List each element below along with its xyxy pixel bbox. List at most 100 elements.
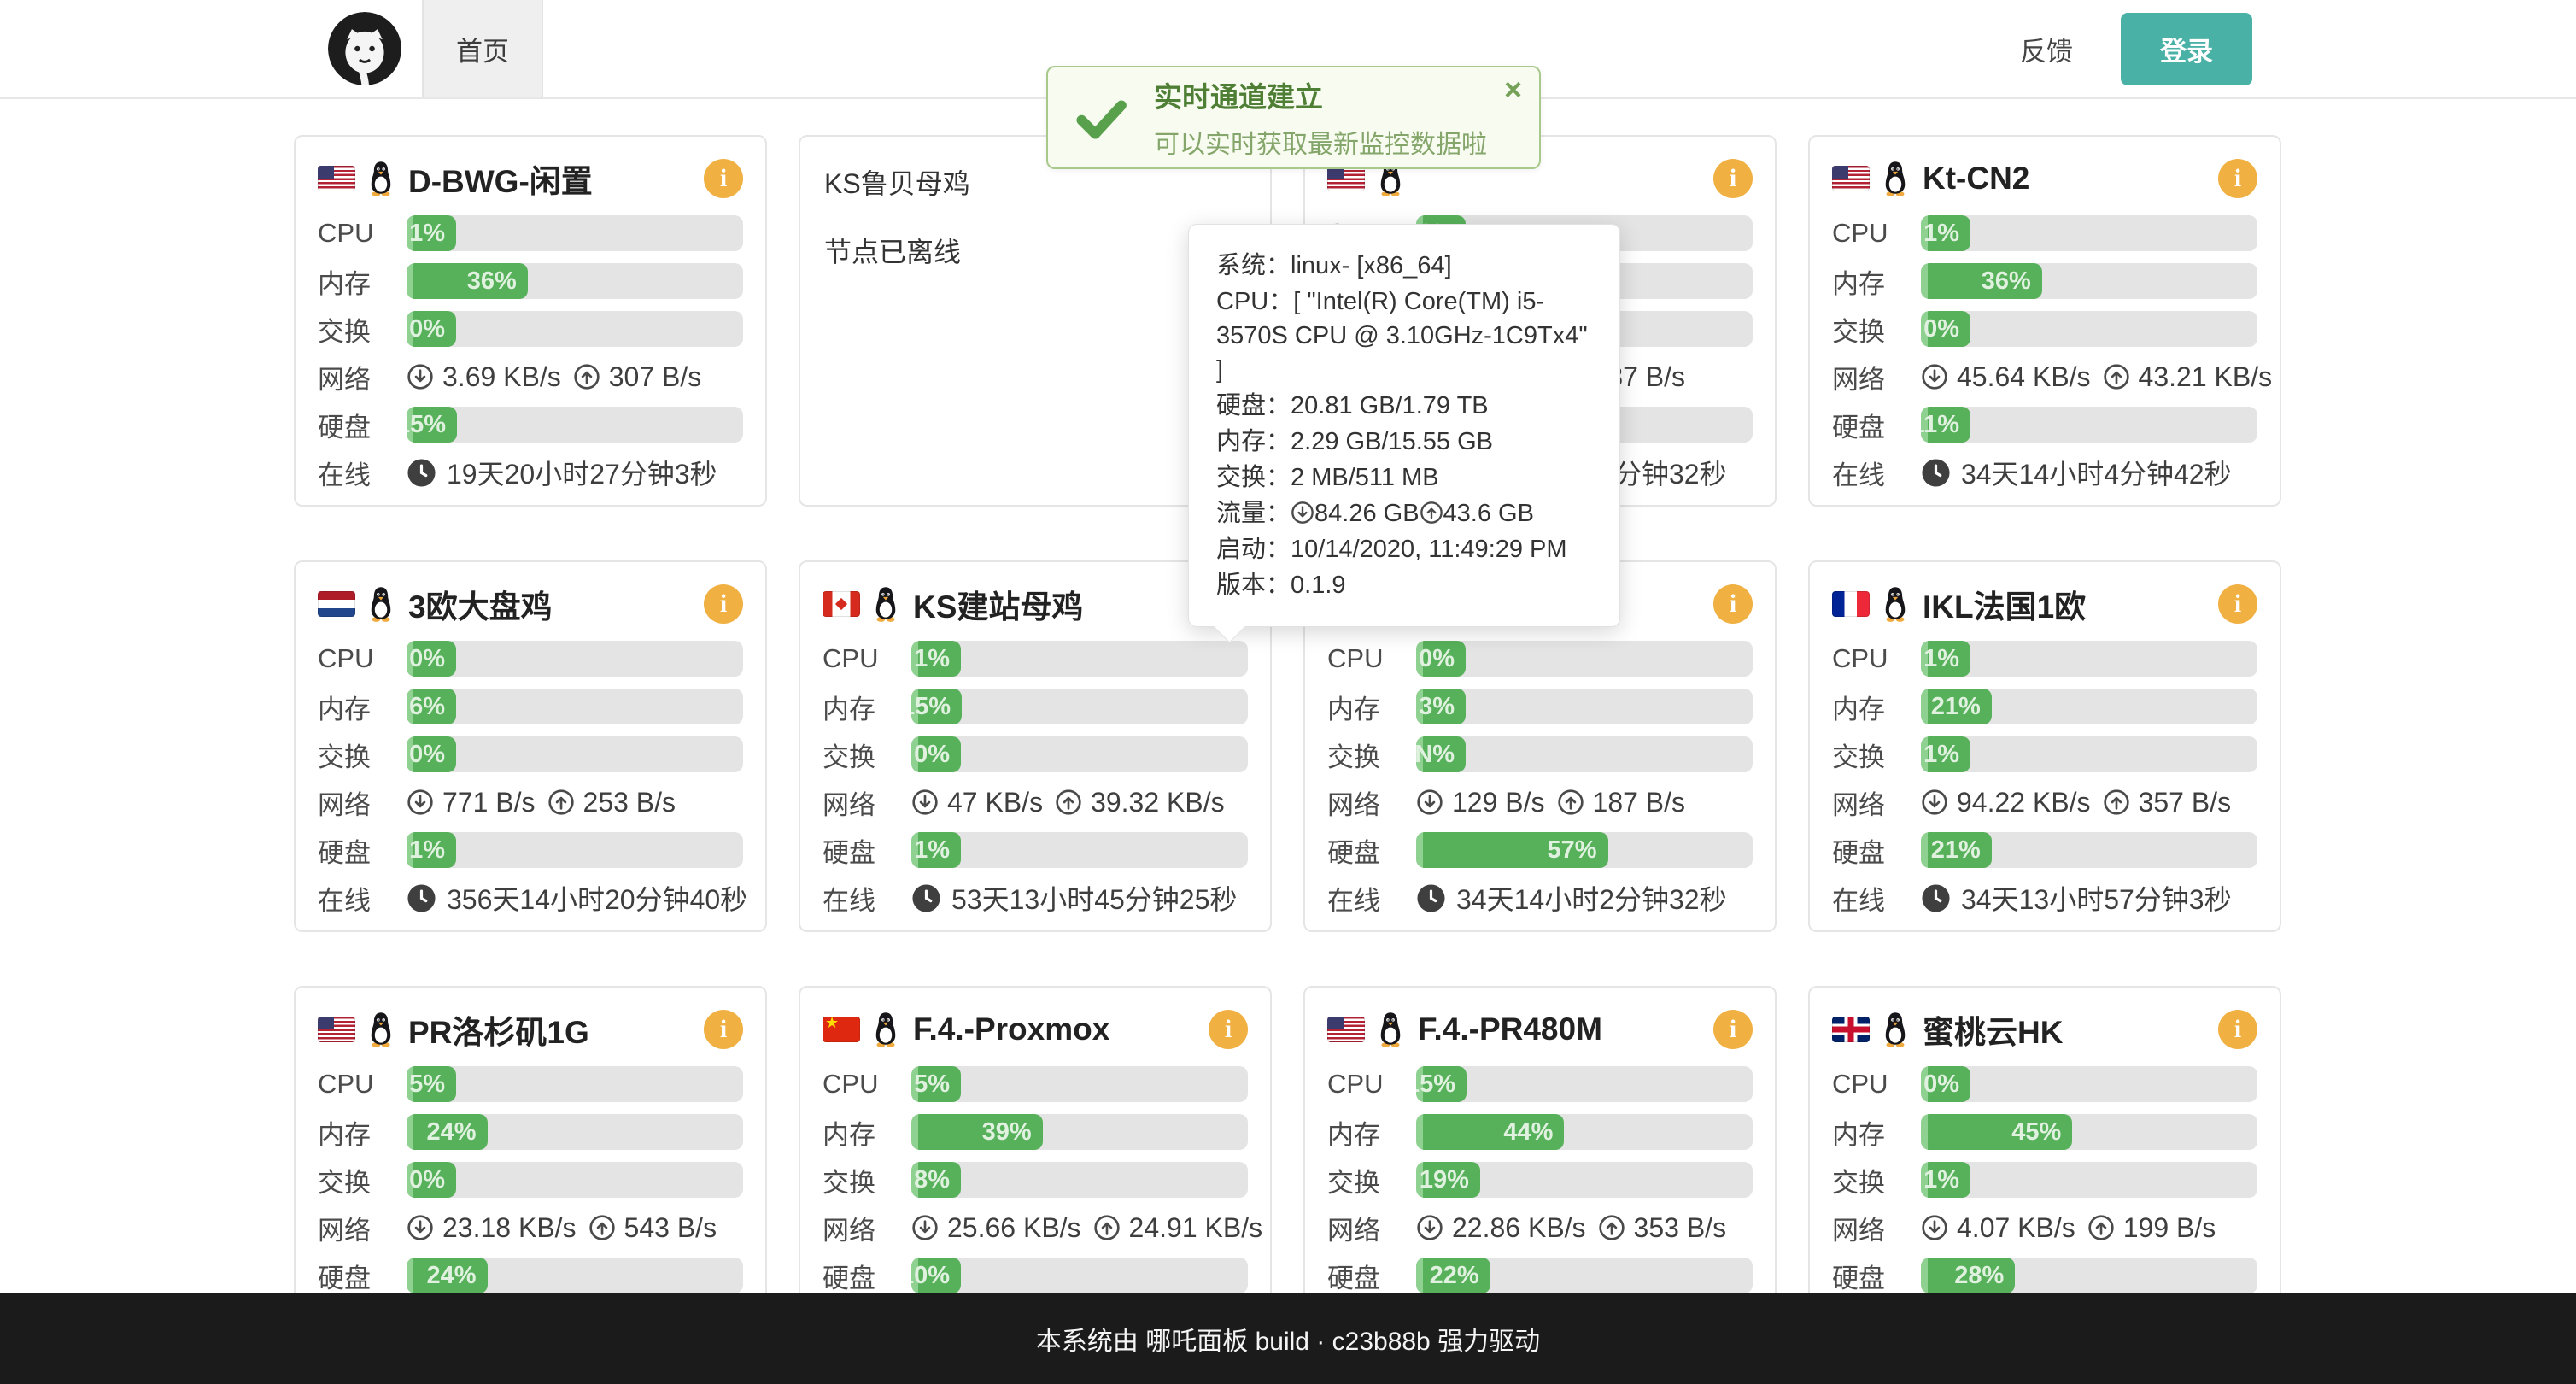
download-arrow-icon [407,363,434,390]
stat-label: 交换 [1832,1161,1921,1199]
linux-penguin-icon [1880,585,1911,623]
usage-bar-fill: 0% [911,736,961,772]
toast-message: 可以实时获取最新监控数据啦 [1154,123,1487,161]
stat-label: 在线 [1832,454,1921,492]
network-row: 网络 25.66 KB/s 24.91 KB/s [823,1210,1248,1246]
uptime-row: 在线 34天14小时2分钟32秒 [1327,880,1753,916]
server-card-header: Kt-CN2 i [1832,154,2257,203]
usage-bar-track: 15% [1416,1066,1753,1102]
stat-label: 网络 [823,783,911,822]
usage-percent-label: 0% [409,645,456,673]
net-up-value: 357 B/s [2139,787,2232,818]
net-up-value: 253 B/s [583,787,676,818]
country-flag-icon [318,591,355,617]
usage-percent-label: 6% [409,693,456,721]
success-check-icon [1074,91,1128,145]
upload-arrow-icon [2087,1214,2115,1241]
server-card: D-BWG-闲置 i CPU 1% 内存 36% 交换 0% 网络 [294,135,767,507]
stat-label: 在线 [318,454,407,492]
info-icon[interactable]: i [704,159,743,198]
stat-row: CPU 0% [318,641,743,677]
stat-label: 内存 [823,688,911,726]
usage-percent-label: 24% [427,1262,488,1290]
stat-row: 内存 3% [1327,689,1753,724]
server-card-header: IKL法国1欧 i [1832,579,2257,629]
usage-bar-fill: 57% [1416,832,1608,868]
usage-bar-fill: 36% [1921,263,2042,299]
network-speeds: 23.18 KB/s 543 B/s [407,1212,743,1244]
uptime-value-wrap: 34天14小时2分钟32秒 [1416,878,1753,918]
info-icon[interactable]: i [2218,159,2257,198]
net-up-value: 543 B/s [624,1212,717,1244]
tooltip-line: 交换：2 MB/511 MB [1216,460,1592,495]
uptime-value: 19天20小时27分钟3秒 [447,453,717,492]
info-icon[interactable]: i [1209,1010,1248,1049]
tooltip-value: 2 MB/511 MB [1291,464,1439,491]
server-card-header: F.4.-Proxmox i [823,1005,1248,1054]
tab-home-label: 首页 [456,30,509,68]
usage-percent-label: 1% [1923,1166,1970,1194]
upload-arrow-icon [1093,1214,1121,1241]
usage-percent-label: 1% [1923,741,1970,769]
usage-percent-label: 1% [914,645,961,673]
network-row: 网络 23.18 KB/s 543 B/s [318,1210,743,1246]
usage-bar-fill: 6% [407,689,456,724]
country-flag-icon [1832,591,1870,617]
tab-home[interactable]: 首页 [422,0,543,97]
usage-bar-track: 6% [407,689,743,724]
login-button[interactable]: 登录 [2121,13,2252,85]
site-logo[interactable] [307,0,422,97]
info-icon[interactable]: i [2218,584,2257,624]
tooltip-line: 内存：2.29 GB/15.55 GB [1216,425,1592,459]
upload-arrow-icon [1598,1214,1625,1241]
network-speeds: 45.64 KB/s 43.21 KB/s [1921,361,2272,393]
stat-row: 交换 1% [1832,1162,2257,1198]
usage-bar-fill: 1% [1921,736,1970,772]
usage-bar-track: 36% [1921,263,2257,299]
stat-row: 硬盘 15% [318,407,743,443]
tooltip-line: 启动：10/14/2020, 11:49:29 PM [1216,532,1592,566]
stat-row: CPU 5% [318,1066,743,1102]
uptime-row: 在线 34天14小时4分钟42秒 [1832,454,2257,490]
stat-label: 网络 [318,358,407,396]
feedback-link[interactable]: 反馈 [2020,30,2073,68]
usage-bar-track: 15% [407,407,743,443]
usage-bar-track: 15% [911,689,1248,724]
linux-penguin-icon [1880,160,1911,197]
info-icon[interactable]: i [2218,1010,2257,1049]
stat-label: 网络 [1832,783,1921,822]
usage-bar-fill: 15% [407,407,457,443]
stat-label: 内存 [823,1113,911,1152]
info-icon[interactable]: i [1713,159,1753,198]
usage-bar-track: 11% [1921,407,2257,443]
usage-bar-fill: 39% [911,1114,1043,1150]
info-icon[interactable]: i [1713,1010,1753,1049]
stat-row: 内存 21% [1832,689,2257,724]
stat-row: 内存 36% [318,263,743,299]
net-up-value: 307 B/s [609,361,702,393]
usage-bar-track: 1% [1921,641,2257,677]
stat-label: 硬盘 [318,406,407,444]
country-flag-icon [318,166,355,191]
usage-bar-track: 44% [1416,1114,1753,1150]
usage-percent-label: 36% [467,267,528,296]
stat-row: 硬盘 57% [1327,832,1753,868]
stat-label: 内存 [1327,1113,1416,1152]
network-row: 网络 771 B/s 253 B/s [318,784,743,820]
usage-bar-track: 45% [1921,1114,2257,1150]
download-arrow-icon [407,1214,434,1241]
server-name: F.4.-Proxmox [913,1012,1209,1047]
country-flag-icon [823,1017,860,1042]
stat-label: 硬盘 [823,831,911,870]
usage-bar-fill: 15% [1416,1066,1467,1102]
server-stats: CPU 1% 内存 36% 交换 0% 网络 45.64 KB/s 43.2 [1832,215,2257,490]
toast-close-icon[interactable]: × [1504,74,1522,105]
uptime-value-wrap: 19天20小时27分钟3秒 [407,453,743,492]
usage-bar-fill: 1% [1921,641,1970,677]
info-icon[interactable]: i [1713,584,1753,624]
usage-bar-fill: 3% [1416,689,1466,724]
usage-percent-label: 15% [407,411,457,439]
info-icon[interactable]: i [704,584,743,624]
usage-bar-fill: 24% [407,1258,488,1293]
info-icon[interactable]: i [704,1010,743,1049]
